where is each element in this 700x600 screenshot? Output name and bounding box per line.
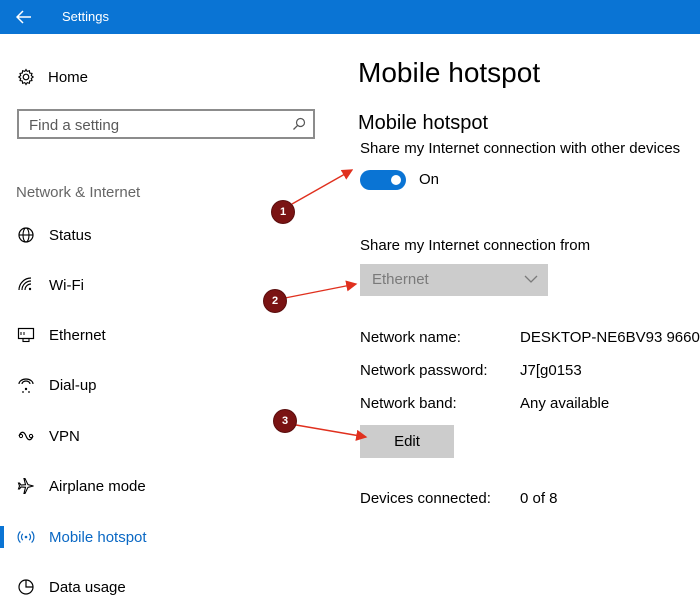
annotation-badge-2: 2 bbox=[264, 290, 286, 312]
annotation-arrows bbox=[284, 169, 368, 441]
annotation-arrow-3 bbox=[295, 424, 368, 441]
annotation-badge-1: 1 bbox=[272, 201, 294, 223]
annotation-arrow-1 bbox=[291, 169, 354, 205]
annotation-arrow-2 bbox=[284, 280, 358, 299]
annotation-badge-3: 3 bbox=[274, 410, 296, 432]
